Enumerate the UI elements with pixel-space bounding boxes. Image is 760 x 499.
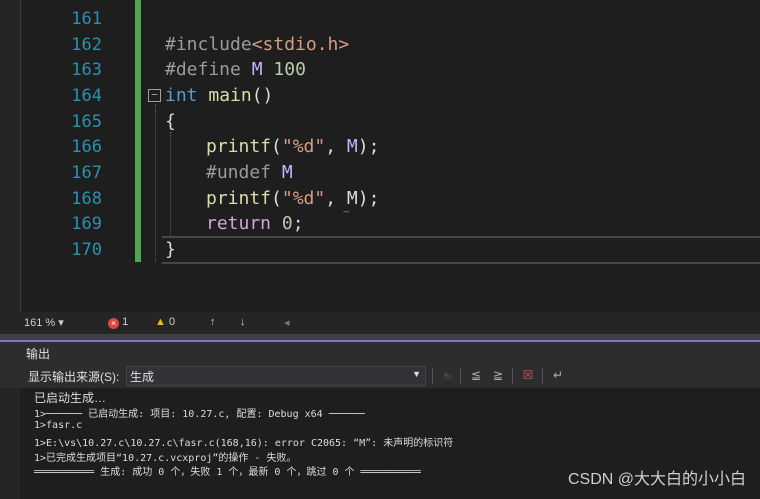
code-line-168: printf("%d", M); [206,188,380,209]
code-line-162: #include<stdio.h> [165,34,350,55]
line-number: 169 [71,214,102,234]
line-number: 163 [71,60,102,80]
warning-icon: ▲ [155,316,166,328]
collapse-icon[interactable]: − [148,89,161,102]
code-line-165: { [165,111,176,132]
code-line-167: #undef M [206,162,293,183]
code-line-166: printf("%d", M); [206,136,380,157]
code-line-170: } [165,239,176,260]
change-indicator-bar [135,0,141,262]
current-line-highlight [162,236,760,264]
output-toolbar: 显示输出来源(S): 生成 ▼ ⎁ ≦ ≧ ☒ ↵ [0,364,760,388]
line-number: 164 [71,86,102,106]
chevron-down-icon: ▼ [412,369,421,379]
toolbar-separator [460,368,461,384]
line-number: 165 [71,112,102,132]
line-number: 162 [71,35,102,55]
toolbar-separator [512,368,513,384]
next-issue-button[interactable]: ↓ [240,316,246,328]
error-squiggle: ~ [343,205,350,218]
chevron-down-icon: ▾ [58,317,64,329]
word-wrap-icon[interactable]: ↵ [550,367,566,383]
find-message-icon[interactable]: ⎁ [440,367,456,383]
indent-guide [170,132,171,236]
output-source-select[interactable]: 生成 ▼ [126,366,426,386]
output-line: 1>已完成生成项目“10.27.c.vcxproj”的操作 - 失败。 [34,453,297,464]
line-number: 168 [71,189,102,209]
previous-message-icon[interactable]: ≦ [468,367,484,383]
clear-all-icon[interactable]: ☒ [520,367,536,383]
warning-count[interactable]: ▲ 0 [155,316,175,328]
scroll-left-icon[interactable]: ◂ [284,316,290,329]
output-line: 已启动生成… [34,391,107,405]
toolbar-separator [542,368,543,384]
previous-issue-button[interactable]: ↑ [210,316,216,328]
code-line-164: int main() [165,85,274,106]
output-line: 1>E:\vs\10.27.c\10.27.c\fasr.c(168,16): … [34,438,454,449]
toolbar-separator [432,368,433,384]
line-number: 170 [71,240,102,260]
error-count[interactable]: × 1 [108,316,128,329]
zoom-dropdown[interactable]: 161 % ▾ [24,316,64,329]
line-number: 166 [71,137,102,157]
editor-left-margin [0,0,21,340]
code-editor[interactable]: 161 162 163 164 165 166 167 168 169 170 … [0,0,760,340]
line-number: 167 [71,163,102,183]
output-panel-title: 输出 [26,347,51,361]
editor-status-bar: 161 % ▾ × 1 ▲ 0 ↑ ↓ ◂ [0,312,760,334]
line-number: 161 [71,9,102,29]
watermark: CSDN @大大白的小小白 [567,471,746,488]
output-line: 1>────── 已启动生成: 项目: 10.27.c, 配置: Debug x… [34,409,365,420]
code-line-169: return 0; [206,213,304,234]
output-line: ══════════ 生成: 成功 0 个，失败 1 个，最新 0 个，跳过 0… [34,467,421,478]
output-line: 1>fasr.c [34,420,83,431]
next-message-icon[interactable]: ≧ [490,367,506,383]
code-line-163: #define M 100 [165,59,306,80]
source-label: 显示输出来源(S): [28,370,120,384]
output-panel-header: 输出 [0,340,760,366]
error-icon: × [108,318,119,329]
scope-guide [155,104,156,262]
